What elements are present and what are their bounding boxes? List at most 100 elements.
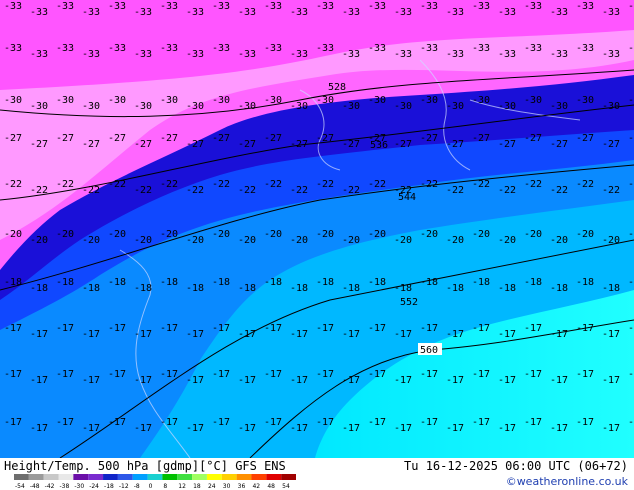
temperature-label: -27 (394, 139, 412, 150)
temperature-label: -30 (420, 95, 438, 106)
temperature-label: -18 (420, 277, 438, 288)
temperature-label: -27 (576, 133, 594, 144)
temperature-label: -17 (212, 369, 230, 380)
temperature-label: -33 (186, 49, 204, 60)
temperature-label: -22 (342, 185, 360, 196)
temperature-label: -17 (472, 417, 490, 428)
temperature-label: -33 (602, 49, 620, 60)
legend-tick-label: -18 (104, 483, 114, 490)
temperature-label: -18 (212, 277, 230, 288)
temperature-label: -20 (264, 229, 282, 240)
temperature-label: -18 (4, 277, 22, 288)
temperature-label: -17 (316, 369, 334, 380)
legend-swatch (88, 474, 104, 480)
temperature-label: -22 (498, 185, 516, 196)
temperature-label: -33 (290, 49, 308, 60)
temperature-label: -30 (134, 101, 152, 112)
temperature-label: -22 (4, 179, 22, 190)
temperature-label: -17 (186, 423, 204, 434)
temperature-label: -27 (524, 133, 542, 144)
temperature-label: -33 (108, 43, 126, 54)
temperature-label: -33 (290, 7, 308, 18)
temperature-label: -33 (264, 1, 282, 12)
temperature-label: -17 (576, 323, 594, 334)
temperature-label: -17 (4, 323, 22, 334)
temperature-label: -22 (368, 179, 386, 190)
legend-swatch (14, 474, 29, 480)
temperature-label: -30 (446, 101, 464, 112)
temperature-label: -17 (30, 423, 48, 434)
temperature-label: -33 (602, 7, 620, 18)
temperature-label: -33 (342, 49, 360, 60)
temperature-label: -30 (212, 95, 230, 106)
temperature-label: -27 (186, 139, 204, 150)
temperature-label: -20 (368, 229, 386, 240)
temperature-label: -18 (576, 277, 594, 288)
temperature-label: -30 (342, 101, 360, 112)
temperature-label: -20 (576, 229, 594, 240)
temperature-label: -20 (30, 235, 48, 246)
temperature-label: -22 (108, 179, 126, 190)
legend-tick-label: -38 (60, 483, 70, 490)
temperature-label: -17 (472, 369, 490, 380)
temperature-label: -20 (186, 235, 204, 246)
temperature-label: -18 (264, 277, 282, 288)
temperature-label: -20 (316, 229, 334, 240)
temperature-label: -18 (368, 277, 386, 288)
temperature-label: -18 (446, 283, 464, 294)
forecast-datetime: Tu 16-12-2025 06:00 UTC (06+72) (404, 459, 628, 473)
map-title: Height/Temp. 500 hPa [gdmp][°C] GFS ENS (4, 459, 286, 473)
temperature-label: -17 (550, 329, 568, 340)
temperature-label: -20 (108, 229, 126, 240)
temperature-label: -27 (602, 139, 620, 150)
temperature-label: -17 (30, 329, 48, 340)
temperature-label: -33 (82, 49, 100, 60)
weather-map: -33 -33 -33 -33 -33 -33 -33 -33 -33 -33 -33 -33 -33-… (0, 0, 634, 490)
temperature-label: -17 (394, 375, 412, 386)
legend-tick-label: 0 (149, 483, 153, 490)
temperature-label: -17 (628, 323, 634, 334)
temperature-label: -17 (4, 369, 22, 380)
temperature-label: -18 (498, 283, 516, 294)
temperature-label: -20 (420, 229, 438, 240)
temperature-label: -17 (316, 323, 334, 334)
temperature-label: -30 (238, 101, 256, 112)
temperature-label: -17 (160, 323, 178, 334)
temperature-label: -20 (342, 235, 360, 246)
temperature-label: -30 (186, 101, 204, 112)
temperature-label: -17 (498, 423, 516, 434)
temperature-label: -30 (394, 101, 412, 112)
temperature-label: -17 (290, 423, 308, 434)
temperature-label: -30 (30, 101, 48, 112)
temperature-label: -30 (628, 95, 634, 106)
temperature-label: -17 (108, 369, 126, 380)
temperature-label: -17 (602, 423, 620, 434)
temperature-label: -33 (550, 49, 568, 60)
temperature-label: -17 (498, 375, 516, 386)
temperature-label: -22 (550, 185, 568, 196)
temperature-label: -17 (342, 375, 360, 386)
temperature-label: -22 (524, 179, 542, 190)
legend-swatch (221, 474, 237, 480)
temperature-label: -22 (472, 179, 490, 190)
temperature-label: -18 (342, 283, 360, 294)
temperature-label: -27 (108, 133, 126, 144)
temperature-label: -17 (212, 323, 230, 334)
legend-swatch (147, 474, 163, 480)
legend-tick-label: -12 (119, 483, 129, 490)
temperature-label: -22 (186, 185, 204, 196)
temperature-label: -30 (316, 95, 334, 106)
temperature-label: -30 (4, 95, 22, 106)
temperature-label: -30 (264, 95, 282, 106)
temperature-label: -22 (316, 179, 334, 190)
temperature-label: -18 (186, 283, 204, 294)
temperature-label: -33 (394, 7, 412, 18)
temperature-label: -22 (134, 185, 152, 196)
legend-swatch (281, 474, 296, 480)
legend-tick-label: 48 (267, 483, 275, 490)
temperature-label: -33 (134, 7, 152, 18)
credit-link[interactable]: ©weatheronline.co.uk (506, 475, 628, 488)
temperature-label: -30 (576, 95, 594, 106)
temperature-label: -17 (602, 329, 620, 340)
legend-swatch (117, 474, 133, 480)
